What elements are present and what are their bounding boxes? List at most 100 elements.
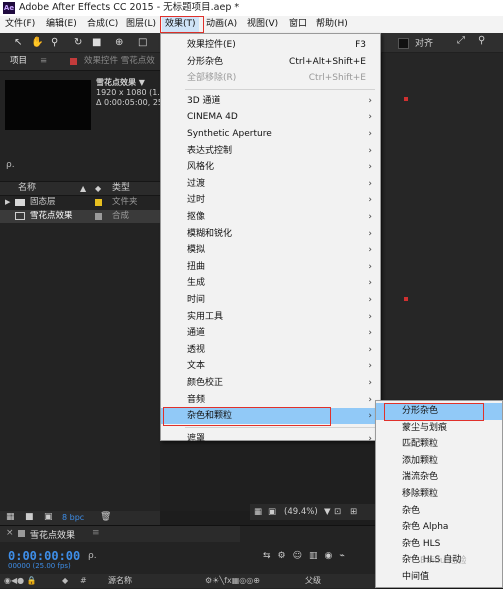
effect-menu-item[interactable]: CINEMA 4D › [161,109,380,125]
menu-composition[interactable]: 合成(C) [87,16,118,33]
sort-asc-icon[interactable]: ▲ [80,182,86,195]
effect-menu-item[interactable]: 透视 › [161,342,380,358]
snapshot-icon[interactable]: ▣ [268,504,276,520]
effect-menu-item[interactable]: 过时 › [161,192,380,208]
menu-file[interactable]: 文件(F) [5,16,35,33]
effect-menu-item[interactable]: 文本 › [161,358,380,374]
menu-window[interactable]: 窗口 [289,16,307,33]
trash-icon[interactable]: 🗑 [100,512,111,522]
zoom-dropdown-icon[interactable]: ▼ [324,504,331,520]
av-switches-icon[interactable]: ◉◀● 🔒 [4,574,37,588]
effect-menu-item[interactable]: 效果控件(E) F3 [161,37,380,53]
noise-submenu-item[interactable]: 杂色 Alpha [376,519,502,536]
project-search[interactable]: ρ. [6,160,156,174]
camera-tool-icon[interactable]: ■ [92,36,101,49]
effect-menu-item[interactable]: 模糊和锐化 › [161,226,380,242]
effect-menu-item[interactable]: 音频 › [161,392,380,408]
tab-project[interactable]: 项目 [10,53,27,70]
effect-menu-item[interactable]: 模拟 › [161,242,380,258]
noise-submenu-item[interactable]: 中间值 [376,569,502,586]
col-source-name[interactable]: 源名称 [108,574,132,588]
noise-submenu-item[interactable]: 匹配颗粒 [376,436,502,453]
hand-tool-icon[interactable]: ✋ [31,36,43,49]
red-marker [404,297,408,301]
selection-tool-icon[interactable]: ↖ [14,36,22,49]
noise-submenu-item[interactable]: 杂色 HLS [376,536,502,553]
tab-effect-controls[interactable]: 效果控件 雪花点效 [84,53,155,70]
timeline-tab-label[interactable]: 雪花点效果 [30,528,75,541]
col-name[interactable]: 名称 [18,182,36,195]
menu-view[interactable]: 视图(V) [247,16,278,33]
timeline-search-icon[interactable]: ρ. [88,551,97,561]
layer-switches-icon[interactable]: ⚙☀╲fx▦◎◎⊕ [205,574,260,588]
effect-menu-item[interactable]: 生成 › [161,275,380,291]
effect-menu-item[interactable]: 风格化 › [161,159,380,175]
effect-menu-item[interactable]: 表达式控制 › [161,143,380,159]
shy-icon[interactable]: ☺ [293,551,309,561]
expand-arrow-icon[interactable]: ▶ [5,196,10,209]
menu-separator [185,88,375,90]
col-parent[interactable]: 父级 [305,574,321,588]
project-row-comp[interactable]: 雪花点效果 合成 [0,210,160,223]
submenu-arrow-icon: › [368,145,372,156]
grid-icon[interactable]: ⊞ [350,504,357,520]
noise-submenu-item[interactable]: 蒙尘与划痕 [376,420,502,437]
col-type[interactable]: 类型 [112,182,130,195]
interpret-footage-icon[interactable]: ▦ [6,512,15,522]
effect-menu-item[interactable]: 扭曲 › [161,259,380,275]
effect-menu-item[interactable]: 颜色校正 › [161,375,380,391]
effect-menu-item[interactable]: 分形杂色 Ctrl+Alt+Shift+E [161,54,380,70]
label-tag-icon[interactable]: ◆ [95,182,101,195]
noise-submenu-item[interactable]: 添加颗粒 [376,453,502,470]
zoom-level[interactable]: (49.4%) [284,504,318,520]
menu-item-label: 通道 [187,328,206,339]
pan-behind-tool-icon[interactable]: ⊕ [115,36,123,49]
effect-menu-item[interactable]: 遮罩 › [161,431,380,447]
effect-menu-item[interactable]: Synthetic Aperture › [161,126,380,142]
bit-depth-label[interactable]: 8 bpc [62,513,84,522]
expand-icon[interactable]: ⤢ [457,35,465,46]
effect-menu-item[interactable]: 时间 › [161,292,380,308]
submenu-arrow-icon: › [368,278,372,289]
menu-help[interactable]: 帮助(H) [316,16,348,33]
draft-3d-icon[interactable]: ⚙ [278,551,293,561]
rotate-tool-icon[interactable]: ↻ [74,36,82,49]
submenu-item-label: 蒙尘与划痕 [402,422,448,433]
label-color-swatch[interactable] [95,199,102,206]
menu-edit[interactable]: 编辑(E) [46,16,77,33]
effect-menu-item[interactable]: 3D 通道 › [161,93,380,109]
effect-menu: 效果控件(E) F3 分形杂色 Ctrl+Alt+Shift+E 全部移除(R) Ctrl… [160,33,381,444]
menu-animation[interactable]: 动画(A) [206,16,237,33]
current-timecode[interactable]: 0:00:00:00 [8,549,80,563]
snap-checkbox[interactable] [398,38,409,49]
fast-preview-icon[interactable]: ▦ [254,504,262,520]
zoom-tool-icon[interactable]: ⚲ [51,36,58,49]
project-tabbar: 项目 ≡ 效果控件 雪花点效 [0,53,160,71]
close-tab-icon[interactable]: × [6,528,14,538]
project-search-icon[interactable]: ρ. [6,160,15,170]
label-color-swatch[interactable] [95,213,102,220]
effect-menu-item[interactable]: 实用工具 › [161,309,380,325]
panel-menu-icon[interactable]: ≡ [40,53,47,70]
noise-submenu-item[interactable]: 移除颗粒 [376,486,502,503]
comp-mini-flowchart-icon[interactable]: ⇆ [263,551,278,561]
panel-menu-icon[interactable]: ≡ [92,528,100,538]
shape-tool-icon[interactable]: □ [138,36,147,49]
label-tag-icon[interactable]: ◆ [62,574,68,588]
new-folder-icon[interactable]: ■ [25,512,34,522]
frame-blending-icon[interactable]: ▥ [309,551,325,561]
search-help-icon[interactable]: ⚲ [478,35,485,46]
region-of-interest-icon[interactable]: ⊡ [334,504,341,520]
graph-editor-icon[interactable]: ⌁ [339,551,351,561]
composition-icon [15,212,25,220]
new-comp-icon[interactable]: ▣ [44,512,53,522]
effect-menu-item: 全部移除(R) Ctrl+Shift+E [161,70,380,86]
effect-menu-item[interactable]: 抠像 › [161,209,380,225]
effect-menu-item[interactable]: 通道 › [161,325,380,341]
project-row-folder[interactable]: ▶ 固态层 文件夹 [0,196,160,209]
noise-submenu-item[interactable]: 湍流杂色 [376,469,502,486]
motion-blur-icon[interactable]: ◉ [325,551,340,561]
noise-submenu-item[interactable]: 杂色 [376,503,502,520]
effect-menu-item[interactable]: 过渡 › [161,176,380,192]
menu-layer[interactable]: 图层(L) [126,16,156,33]
